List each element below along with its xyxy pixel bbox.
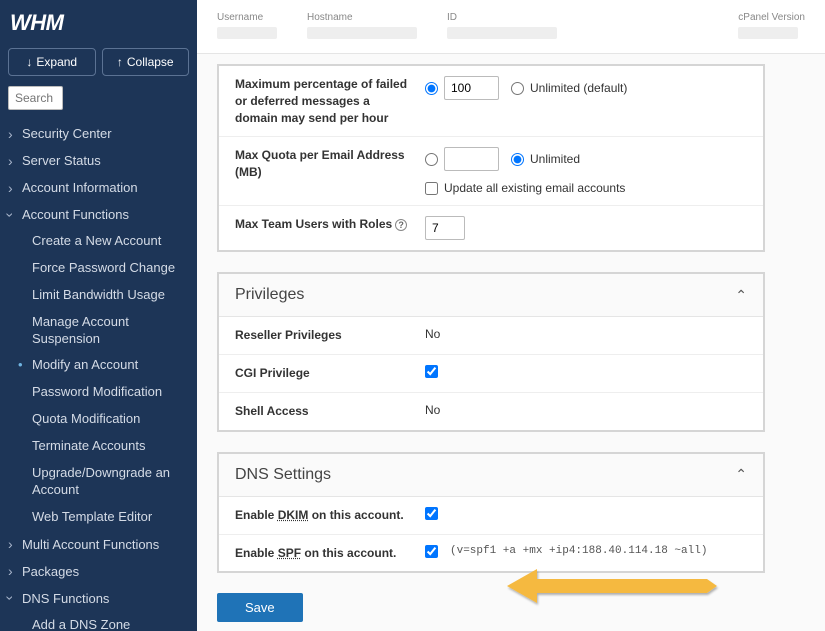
sidebar-sub-quota-mod[interactable]: Quota Modification [0,406,197,433]
search-input[interactable] [8,86,63,110]
dns-title: DNS Settings [235,466,331,484]
max-pct-label: Maximum percentage of failed or deferred… [235,76,415,126]
spf-checkbox[interactable] [425,545,438,558]
nav: Security Center Server Status Account In… [0,120,197,631]
chevron-up-icon: ⌃ [735,287,747,304]
sidebar-sub-password-mod[interactable]: Password Modification [0,379,197,406]
arrow-up-icon: ↑ [117,55,123,69]
collapse-button[interactable]: ↑Collapse [102,48,190,76]
sidebar-sub-manage-suspension[interactable]: Manage Account Suspension [0,309,197,353]
sidebar-sub-force-password[interactable]: Force Password Change [0,255,197,282]
unlimited-default-label: Unlimited (default) [530,81,627,95]
cgi-label: CGI Privilege [235,365,415,382]
sidebar-sub-limit-bandwidth[interactable]: Limit Bandwidth Usage [0,282,197,309]
sidebar-sub-web-template[interactable]: Web Template Editor [0,504,197,531]
max-quota-radio-value[interactable] [425,153,438,166]
spf-label: Enable SPF on this account. [235,545,415,562]
header-username: Username [217,12,277,23]
max-quota-radio-unlimited[interactable] [511,153,524,166]
sidebar-item-security-center[interactable]: Security Center [0,120,197,147]
max-pct-radio-value[interactable] [425,82,438,95]
sidebar: WHM ↓Expand ↑Collapse Security Center Se… [0,0,197,631]
privileges-title: Privileges [235,286,304,304]
unlimited-label: Unlimited [530,152,580,166]
header-hostname: Hostname [307,12,417,23]
update-existing-label: Update all existing email accounts [444,181,625,195]
sidebar-sub-upgrade[interactable]: Upgrade/Downgrade an Account [0,460,197,504]
sidebar-item-packages[interactable]: Packages [0,558,197,585]
header-bar: Username Hostname ID cPanel Version [197,0,825,54]
expand-button[interactable]: ↓Expand [8,48,96,76]
max-quota-input[interactable] [444,147,499,171]
shell-label: Shell Access [235,403,415,420]
max-pct-input[interactable] [444,76,499,100]
arrow-down-icon: ↓ [26,55,32,69]
reseller-value: No [425,327,440,341]
header-cpanel-version: cPanel Version [738,12,805,23]
help-icon[interactable]: ? [395,219,407,231]
panel-dns: DNS Settings ⌃ Enable DKIM on this accou… [217,452,765,574]
sidebar-item-account-functions[interactable]: Account Functions [0,201,197,228]
sidebar-item-multi-account[interactable]: Multi Account Functions [0,531,197,558]
sidebar-sub-modify-account[interactable]: Modify an Account [0,352,197,379]
dkim-label: Enable DKIM on this account. [235,507,415,524]
privileges-header[interactable]: Privileges ⌃ [219,274,763,317]
panel-privileges: Privileges ⌃ Reseller Privileges No CGI … [217,272,765,431]
header-id: ID [447,12,557,23]
dkim-checkbox[interactable] [425,507,438,520]
cgi-checkbox[interactable] [425,365,438,378]
max-pct-radio-unlimited[interactable] [511,82,524,95]
chevron-up-icon: ⌃ [735,466,747,483]
reseller-label: Reseller Privileges [235,327,415,344]
sidebar-item-server-status[interactable]: Server Status [0,147,197,174]
panel-limits: Maximum percentage of failed or deferred… [217,64,765,252]
save-button[interactable]: Save [217,593,303,622]
main: Username Hostname ID cPanel Version Maxi… [197,0,825,631]
sidebar-sub-create-account[interactable]: Create a New Account [0,228,197,255]
sidebar-sub-terminate[interactable]: Terminate Accounts [0,433,197,460]
dns-header[interactable]: DNS Settings ⌃ [219,454,763,497]
sidebar-item-account-information[interactable]: Account Information [0,174,197,201]
spf-record: (v=spf1 +a +mx +ip4:188.40.114.18 ~all) [450,545,707,557]
sidebar-item-dns-functions[interactable]: DNS Functions [0,585,197,612]
max-quota-label: Max Quota per Email Address (MB) [235,147,415,181]
sidebar-sub-add-dns[interactable]: Add a DNS Zone [0,612,197,631]
max-team-label: Max Team Users with Roles? [235,216,415,233]
logo: WHM [10,10,187,36]
shell-value: No [425,403,440,417]
update-existing-checkbox[interactable] [425,182,438,195]
max-team-input[interactable] [425,216,465,240]
